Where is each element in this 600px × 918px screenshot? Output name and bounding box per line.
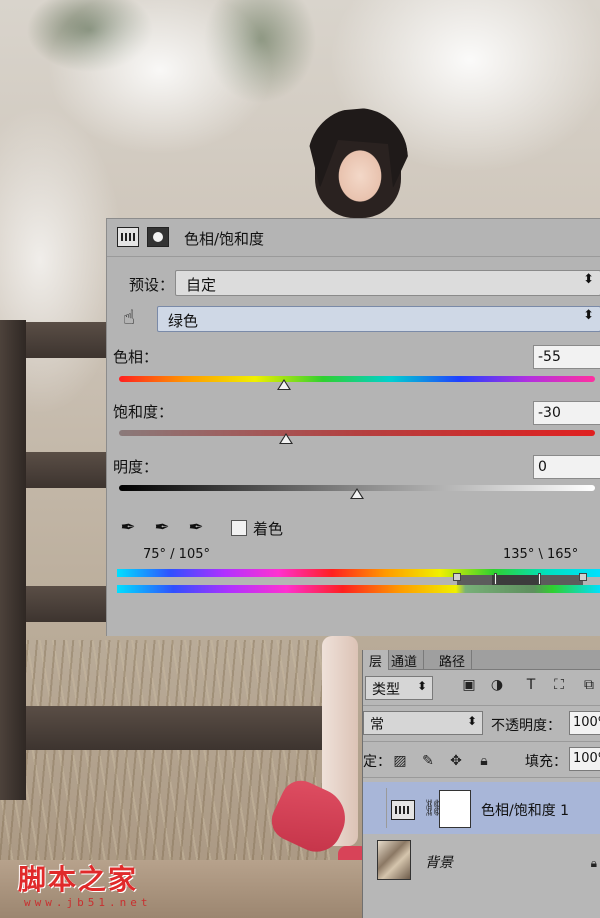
blend-mode-dropdown[interactable]: 常 ⬍ — [363, 711, 483, 735]
layer-mask-icon[interactable] — [147, 227, 169, 247]
visibility-toggle[interactable] — [367, 788, 387, 828]
targeted-adjustment-hand-icon[interactable]: ☝ — [115, 305, 143, 331]
shape-filter-icon[interactable]: ⛶ — [549, 677, 569, 697]
colorize-checkbox[interactable] — [231, 520, 247, 536]
range-left-degrees: 75° / 105° — [143, 547, 210, 562]
adjustment-filter-icon[interactable]: ◑ — [487, 677, 507, 697]
lock-label: 定： — [363, 754, 391, 770]
range-right-degrees: 135° \ 165° — [503, 547, 579, 562]
opacity-input[interactable]: 100% — [569, 711, 600, 735]
panel-header: 色相/饱和度 — [107, 219, 600, 257]
preset-label: 预设： — [129, 276, 175, 294]
hue-saturation-panel: 色相/饱和度 预设： 自定 ⬍ ☝ 绿色 ⬍ 色相： -55 饱和度： -30 … — [106, 218, 600, 636]
blend-row: 常 ⬍ 不透明度： 100% — [363, 706, 600, 742]
eyedropper-add-icon[interactable]: ✒ — [151, 517, 173, 539]
colorize-label: 着色 — [253, 520, 284, 538]
saturation-label: 饱和度： — [113, 403, 174, 421]
lock-position-icon[interactable]: ✥ — [447, 753, 465, 771]
hue-slider-thumb[interactable] — [277, 379, 292, 390]
image-filter-icon[interactable]: ▣ — [459, 677, 479, 697]
tab-channels[interactable]: 通道 — [385, 650, 425, 670]
smart-object-filter-icon[interactable]: ⧉ — [579, 677, 599, 697]
layer-row-hue-saturation[interactable]: ⛓ 色相/饱和度 1 — [363, 782, 600, 834]
adjustment-thumbnail-icon — [391, 800, 415, 820]
range-falloff-right-handle[interactable] — [579, 573, 587, 581]
watermark-logo: 脚本之家 — [18, 863, 139, 896]
saturation-slider-track[interactable] — [119, 430, 595, 436]
lock-image-icon[interactable]: ✎ — [419, 753, 437, 771]
dropdown-arrow-icon: ⬍ — [466, 714, 477, 728]
preset-dropdown[interactable]: 自定 ⬍ — [175, 270, 600, 296]
eyedropper-subtract-icon[interactable]: ✒ — [185, 517, 207, 539]
dropdown-arrow-icon: ⬍ — [583, 272, 594, 287]
dropdown-arrow-icon: ⬍ — [583, 308, 594, 323]
range-falloff-left-handle[interactable] — [453, 573, 461, 581]
type-filter-icon[interactable]: T — [521, 677, 541, 697]
lightness-label: 明度： — [113, 458, 159, 476]
channel-dropdown[interactable]: 绿色 ⬍ — [157, 306, 600, 332]
fill-input[interactable]: 100% — [569, 747, 600, 771]
hue-slider-track[interactable] — [119, 376, 595, 382]
lock-all-icon[interactable]: 🔒︎ — [475, 753, 493, 771]
lightness-slider-thumb[interactable] — [350, 488, 364, 499]
panel-title: 色相/饱和度 — [184, 230, 265, 248]
blend-mode-value: 常 — [370, 717, 384, 733]
lightness-input[interactable]: 0 — [533, 455, 600, 479]
filter-type-dropdown[interactable]: 类型 ⬍ — [365, 676, 433, 700]
layer-name: 色相/饱和度 1 — [481, 803, 570, 819]
range-right-handle[interactable] — [538, 573, 541, 585]
lock-transparent-icon[interactable]: ▨ — [391, 753, 409, 771]
hue-input[interactable]: -55 — [533, 345, 600, 369]
channel-value: 绿色 — [168, 312, 199, 330]
panel-tabs: 层 通道 路径 — [363, 650, 600, 670]
layer-mask-thumbnail[interactable] — [439, 790, 471, 828]
fill-label: 填充： — [525, 754, 567, 770]
tab-paths[interactable]: 路径 — [433, 650, 473, 670]
layer-thumbnail — [377, 840, 411, 880]
preset-value: 自定 — [186, 276, 217, 294]
layer-lock-icon: 🔒︎ — [590, 856, 597, 870]
eyedropper-icon[interactable]: ✒ — [117, 517, 139, 539]
saturation-input[interactable]: -30 — [533, 401, 600, 425]
saturation-slider-thumb[interactable] — [278, 433, 293, 444]
filter-type-value: 类型 — [372, 682, 400, 698]
hue-label: 色相： — [113, 348, 159, 366]
dropdown-arrow-icon: ⬍ — [416, 679, 427, 693]
layer-name: 背景 — [425, 855, 453, 871]
fence-post — [0, 320, 26, 800]
fence-rail — [0, 706, 330, 750]
color-range-core[interactable] — [492, 575, 539, 585]
output-color-bar — [117, 585, 600, 593]
watermark-url: www.jb51.net — [24, 896, 152, 909]
adjustment-layer-icon[interactable] — [117, 227, 139, 247]
layer-row-background[interactable]: 背景 🔒︎ — [363, 834, 600, 886]
opacity-label: 不透明度： — [491, 718, 561, 734]
layers-panel: 层 通道 路径 类型 ⬍ ▣ ◑ T ⛶ ⧉ 常 ⬍ 不透明度： 100% 定：… — [362, 650, 600, 918]
range-left-handle[interactable] — [494, 573, 497, 585]
